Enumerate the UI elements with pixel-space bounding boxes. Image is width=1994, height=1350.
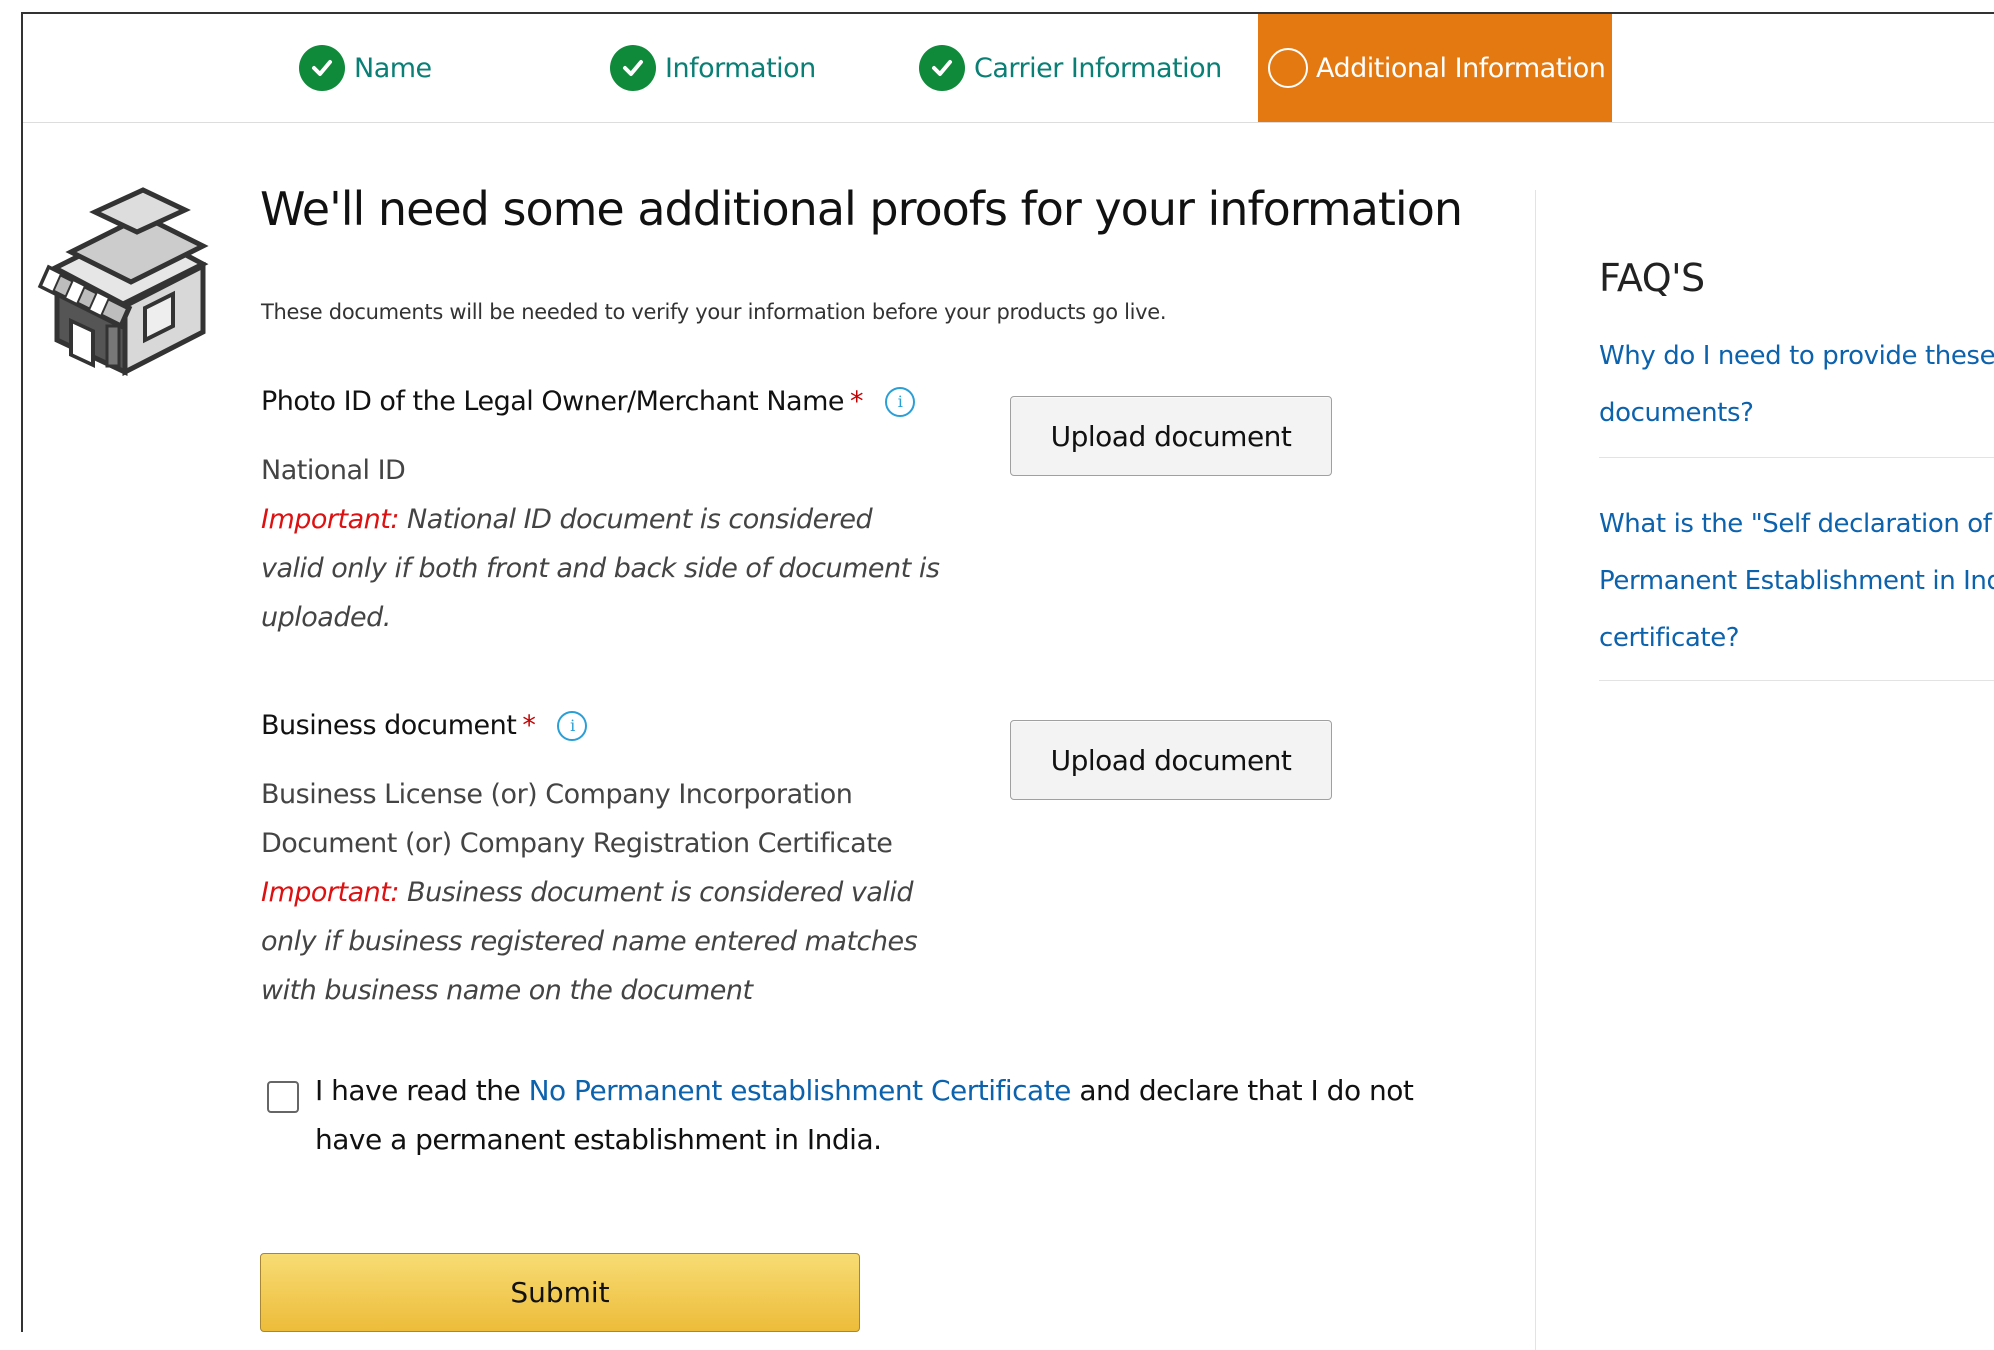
required-marker: * xyxy=(850,386,864,417)
important-prefix: Important: xyxy=(261,504,399,535)
faq-line: Permanent Establishment in India" xyxy=(1599,566,1994,596)
step-label: Carrier Information xyxy=(974,52,1222,84)
check-icon xyxy=(299,45,345,91)
business-doc-important-note: Important: Business document is consider… xyxy=(261,868,971,1015)
declaration-checkbox[interactable] xyxy=(267,1081,299,1113)
check-icon xyxy=(610,45,656,91)
current-step-circle-icon xyxy=(1268,48,1308,88)
business-document-description: Business License (or) Company Incorporat… xyxy=(261,770,971,1015)
business-doc-type-line: Document (or) Company Registration Certi… xyxy=(261,828,893,859)
faq-line: What is the "Self declaration of no xyxy=(1599,509,1994,539)
step-label: Name xyxy=(354,52,432,84)
faq-line: certificate? xyxy=(1599,623,1740,653)
faq-item-why-provide-documents[interactable]: Why do I need to provide these documents… xyxy=(1599,328,1994,442)
faq-item-self-declaration[interactable]: What is the "Self declaration of no Perm… xyxy=(1599,496,1994,667)
photo-id-label-text: Photo ID of the Legal Owner/Merchant Nam… xyxy=(261,386,845,417)
declaration-prefix: I have read the xyxy=(315,1074,521,1107)
step-carrier-information[interactable]: Carrier Information xyxy=(919,14,1222,122)
required-marker: * xyxy=(522,710,536,741)
column-divider xyxy=(1535,190,1536,1350)
declaration-text: I have read the No Permanent establishme… xyxy=(315,1066,1465,1164)
faq-line: Why do I need to provide these xyxy=(1599,341,1994,371)
business-doc-type-line: Business License (or) Company Incorporat… xyxy=(261,779,853,810)
faq-divider xyxy=(1599,457,1994,458)
step-information[interactable]: Information xyxy=(610,14,816,122)
storefront-icon xyxy=(37,187,209,376)
no-pe-certificate-link[interactable]: No Permanent establishment Certificate xyxy=(529,1074,1072,1107)
page-title: We'll need some additional proofs for yo… xyxy=(260,182,1463,236)
photo-id-description: National ID Important: National ID docum… xyxy=(261,446,941,642)
business-document-label-text: Business document xyxy=(261,710,517,741)
page-subtitle: These documents will be needed to verify… xyxy=(261,300,1167,324)
step-additional-information[interactable]: Additional Information xyxy=(1258,14,1612,122)
info-icon[interactable]: i xyxy=(885,386,915,417)
info-icon[interactable]: i xyxy=(557,710,588,741)
step-name[interactable]: Name xyxy=(299,14,432,122)
step-label: Additional Information xyxy=(1316,52,1606,84)
important-prefix: Important: xyxy=(261,877,399,908)
progress-stepper: Name Information Carrier Information Add… xyxy=(23,14,1994,123)
page-frame: Name Information Carrier Information Add… xyxy=(21,12,1994,1350)
faq-line: documents? xyxy=(1599,398,1754,428)
photo-id-upload-button[interactable]: Upload document xyxy=(1010,396,1332,476)
step-label: Information xyxy=(665,52,816,84)
business-document-field-label: Business document * i xyxy=(261,710,588,741)
business-document-upload-button[interactable]: Upload document xyxy=(1010,720,1332,800)
photo-id-field-label: Photo ID of the Legal Owner/Merchant Nam… xyxy=(261,386,915,417)
faq-title: FAQ'S xyxy=(1599,256,1705,300)
check-icon xyxy=(919,45,965,91)
photo-id-important-note: Important: National ID document is consi… xyxy=(261,495,941,642)
submit-button[interactable]: Submit xyxy=(260,1253,860,1332)
photo-id-doc-type: National ID xyxy=(261,455,406,486)
faq-divider xyxy=(1599,680,1994,681)
